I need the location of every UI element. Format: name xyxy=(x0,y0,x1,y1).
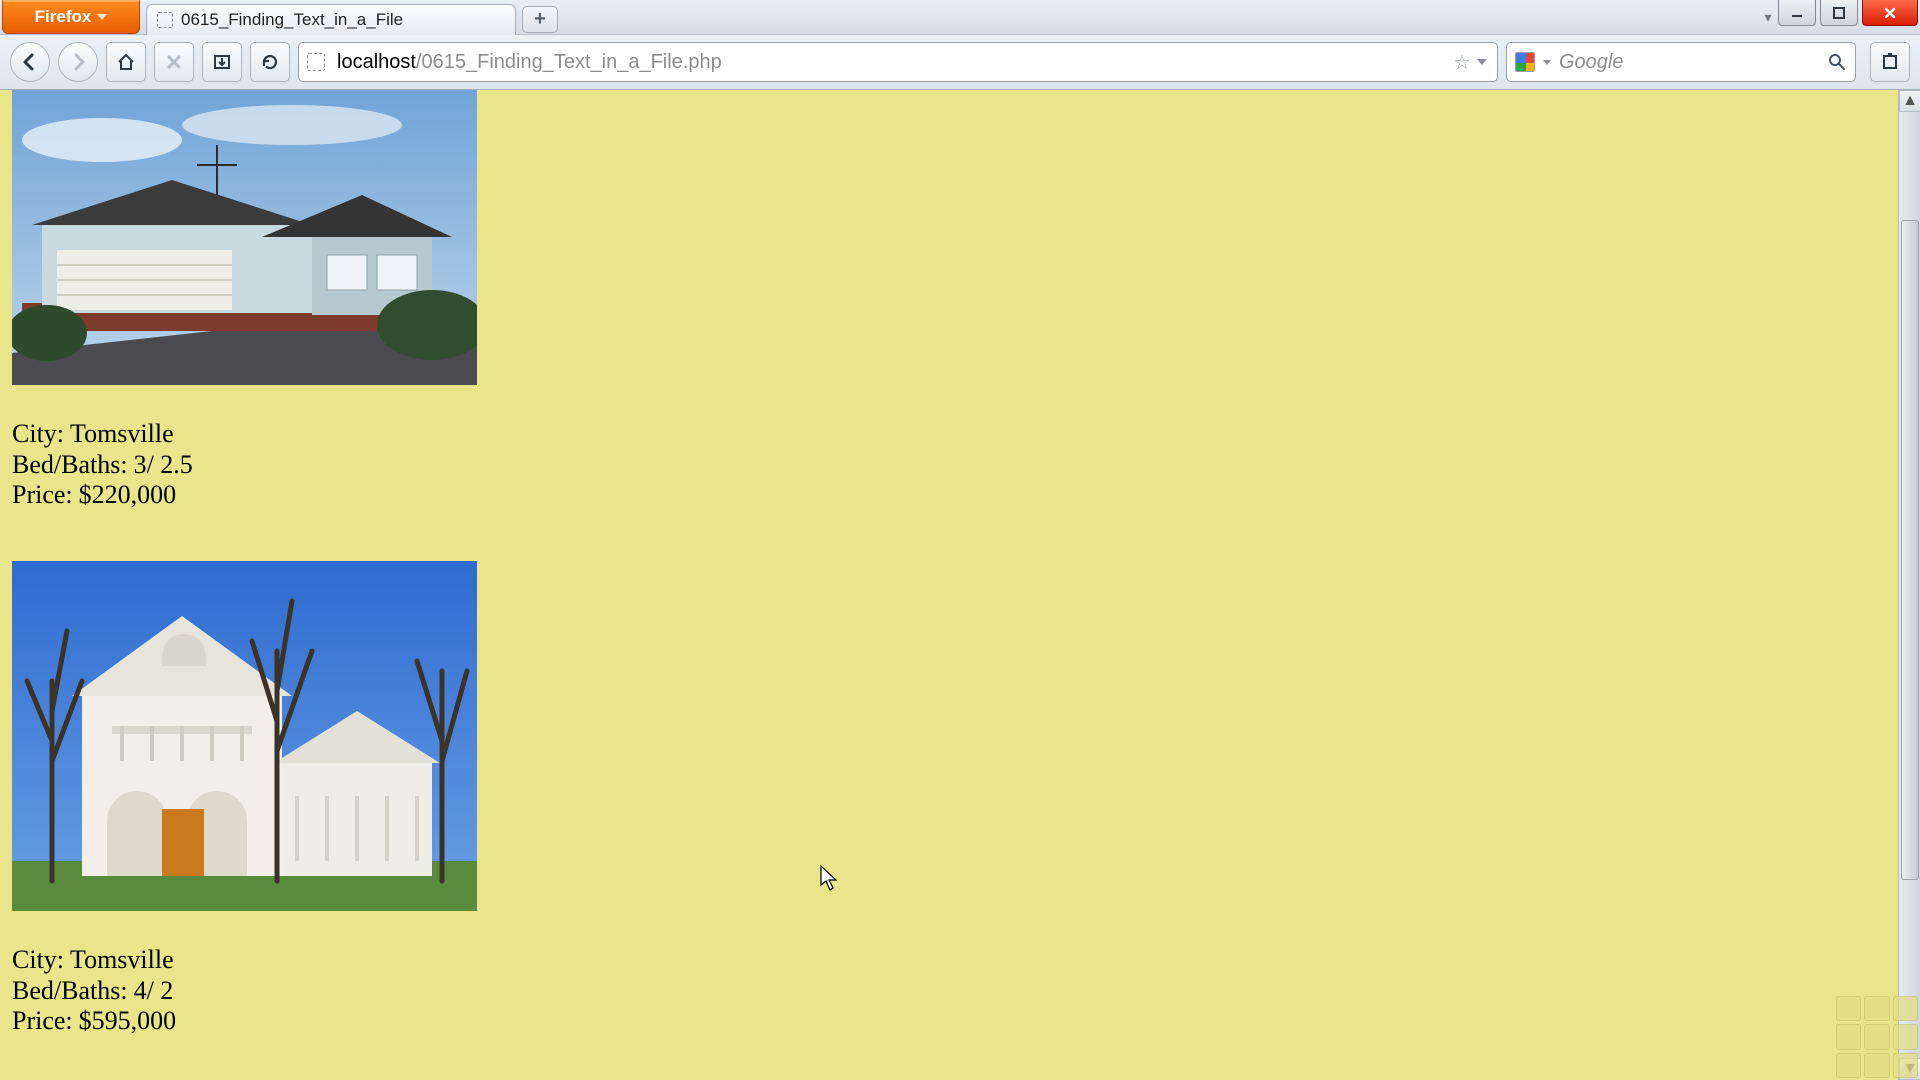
content-viewport: City: Tomsville Bed/Baths: 3/ 2.5 Price:… xyxy=(0,90,1920,1080)
scroll-thumb[interactable] xyxy=(1901,220,1919,880)
bedbath-value: 3/ 2.5 xyxy=(134,450,193,481)
new-tab-button[interactable]: + xyxy=(522,6,558,33)
listing-city-line: City: Tomsville xyxy=(12,419,1908,450)
stop-button[interactable] xyxy=(154,42,194,82)
titlebar: Firefox 0615_Finding_Text_in_a_File + ▾ xyxy=(0,0,1920,35)
listing-city-line: City: Tomsville xyxy=(12,945,1908,976)
home-icon xyxy=(116,52,136,72)
home-button[interactable] xyxy=(106,42,146,82)
stop-icon xyxy=(164,52,184,72)
arrow-right-icon xyxy=(68,52,88,72)
bedbath-label: Bed/Baths: xyxy=(12,976,128,1007)
listing-image xyxy=(12,561,477,911)
maximize-button[interactable] xyxy=(1820,0,1858,26)
price-label: Price: xyxy=(12,1006,73,1037)
vertical-scrollbar[interactable]: ▲ ▼ xyxy=(1898,90,1920,1080)
listing-price-line: Price: $595,000 xyxy=(12,1006,1908,1037)
tabs-list-button[interactable]: ▾ xyxy=(1758,0,1778,34)
listing-price-line: Price: $220,000 xyxy=(12,480,1908,511)
page-body: City: Tomsville Bed/Baths: 3/ 2.5 Price:… xyxy=(0,90,1920,1080)
city-value: Tomsville xyxy=(70,945,174,976)
city-value: Tomsville xyxy=(70,419,174,450)
back-button[interactable] xyxy=(10,42,50,82)
scroll-up-button[interactable]: ▲ xyxy=(1899,90,1920,112)
favicon-icon xyxy=(157,12,173,28)
caret-down-icon xyxy=(97,14,107,20)
url-host: localhost xyxy=(337,51,416,74)
tab-title: 0615_Finding_Text_in_a_File xyxy=(181,10,403,30)
close-icon xyxy=(1883,6,1897,20)
search-placeholder: Google xyxy=(1559,51,1819,74)
reload-button[interactable] xyxy=(250,42,290,82)
titlebar-spacer xyxy=(558,0,1758,34)
maximize-icon xyxy=(1832,6,1846,20)
search-box[interactable]: Google xyxy=(1506,42,1856,82)
arrow-left-icon xyxy=(20,52,40,72)
url-path: /0615_Finding_Text_in_a_File.php xyxy=(416,51,722,74)
site-identity-icon[interactable] xyxy=(307,53,325,71)
url-bar[interactable]: localhost/0615_Finding_Text_in_a_File.ph… xyxy=(298,42,1498,82)
listing-bedbath-line: Bed/Baths: 4/ 2 xyxy=(12,976,1908,1007)
search-engine-icon[interactable] xyxy=(1515,52,1535,72)
addons-icon xyxy=(1880,52,1900,72)
plus-icon: + xyxy=(534,8,546,31)
bookmark-caret-icon[interactable] xyxy=(1477,59,1487,65)
downloads-button[interactable] xyxy=(202,42,242,82)
close-button[interactable] xyxy=(1862,0,1918,26)
bedbath-label: Bed/Baths: xyxy=(12,450,128,481)
search-engine-caret-icon[interactable] xyxy=(1543,60,1551,65)
watermark-icon xyxy=(1836,996,1918,1078)
price-value: $220,000 xyxy=(79,480,177,511)
search-icon[interactable] xyxy=(1827,52,1847,72)
reload-icon xyxy=(260,52,280,72)
city-label: City: xyxy=(12,945,64,976)
city-label: City: xyxy=(12,419,64,450)
nav-toolbar: localhost/0615_Finding_Text_in_a_File.ph… xyxy=(0,35,1920,90)
bedbath-value: 4/ 2 xyxy=(134,976,174,1007)
price-label: Price: xyxy=(12,480,73,511)
firefox-menu-label: Firefox xyxy=(35,7,92,27)
price-value: $595,000 xyxy=(79,1006,177,1037)
listing-bedbath-line: Bed/Baths: 3/ 2.5 xyxy=(12,450,1908,481)
firefox-menu-button[interactable]: Firefox xyxy=(2,0,140,34)
forward-button[interactable] xyxy=(58,42,98,82)
browser-tab[interactable]: 0615_Finding_Text_in_a_File xyxy=(146,4,516,35)
minimize-button[interactable] xyxy=(1778,0,1816,26)
bookmark-star-icon[interactable]: ☆ xyxy=(1453,50,1471,75)
window-controls xyxy=(1778,0,1918,34)
listing-image xyxy=(12,90,477,385)
chevron-down-icon: ▾ xyxy=(1764,9,1771,26)
downloads-icon xyxy=(212,52,232,72)
minimize-icon xyxy=(1790,6,1804,20)
addons-button[interactable] xyxy=(1870,42,1910,82)
listing: City: Tomsville Bed/Baths: 3/ 2.5 Price:… xyxy=(12,90,1908,511)
listing: City: Tomsville Bed/Baths: 4/ 2 Price: $… xyxy=(12,561,1908,1037)
